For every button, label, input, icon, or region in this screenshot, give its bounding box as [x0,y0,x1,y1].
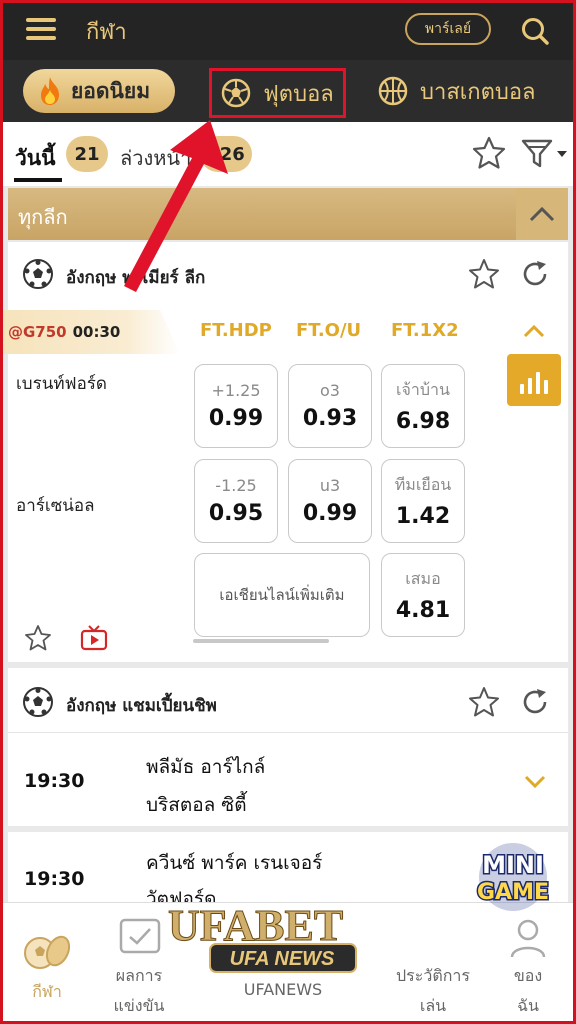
watermark-news-text: UFA NEWS [230,948,335,970]
tab-popular-label: ยอดนิยม [71,78,151,103]
league-header[interactable]: อังกฤษ แชมเปี้ยนชิพ [8,668,568,732]
league-name: อังกฤษ แชมเปี้ยนชิพ [66,696,217,716]
odds-1x2-draw[interactable]: เสมอ 4.81 [381,553,465,637]
home-team: ควีนซ์ พาร์ค เรนเจอร์ [146,852,323,874]
odds-value: 0.93 [302,406,358,431]
all-leagues-header[interactable]: ทุกลีก [8,188,568,240]
odds-line: -1.25 [215,476,257,495]
match-time: 00:30 [72,323,121,341]
refresh-icon[interactable] [520,687,550,717]
nav-sports[interactable]: กีฬา [20,977,74,1007]
horizontal-scrollbar[interactable] [193,639,329,643]
odds-value: 1.42 [395,504,451,529]
favorites-star-icon[interactable] [472,136,506,170]
user-icon[interactable] [508,917,548,959]
active-tab-underline [14,178,62,182]
odds-line: เจ้าบ้าน [396,380,450,399]
live-tv-icon[interactable] [80,624,108,652]
odds-1x2-away[interactable]: ทีมเยือน 1.42 [381,459,465,543]
soccer-ball-icon [23,687,53,717]
match-id-tag: @G750 00:30 [0,310,180,354]
chevron-up-icon[interactable] [523,324,545,338]
all-leagues-label: ทุกลีก [18,205,68,229]
match-time: 19:30 [24,770,85,792]
fire-icon [41,77,59,105]
match-time: 19:30 [24,868,85,890]
nav-history-line2[interactable]: เล่น [385,991,481,1021]
odds-value: 4.81 [395,598,451,623]
odds-ou-over[interactable]: o3 0.93 [288,364,372,448]
star-icon[interactable] [468,258,500,290]
tab-basketball[interactable]: บาสเกตบอล [378,68,548,114]
away-team: บริสตอล ซิตี้ [146,794,247,816]
star-icon[interactable] [468,686,500,718]
chevron-up-icon [529,206,555,222]
sports-icon[interactable] [22,931,72,971]
today-count-badge: 21 [66,136,108,172]
odds-line: o3 [320,381,340,400]
odds-1x2-home[interactable]: เจ้าบ้าน 6.98 [381,364,465,448]
top-bar: กีฬา พาร์เลย์ [0,0,576,60]
tab-basketball-label: บาสเกตบอล [420,79,536,105]
odds-value: 0.95 [208,501,264,526]
odds-line: +1.25 [211,381,261,400]
odds-line: ทีมเยือน [394,475,452,494]
col-header-hdp: FT.HDP [200,320,272,341]
col-header-ou: FT.O/U [296,320,362,341]
home-team: เบรนท์ฟอร์ด [16,374,107,394]
nav-mine-line2[interactable]: ฉัน [498,991,558,1021]
mini-game-button[interactable]: MINI GAME [463,837,563,917]
match-code: @G750 [8,323,67,341]
nav-results-line2[interactable]: แข่งขัน [100,991,178,1021]
minigame-line1: MINI [482,851,544,879]
search-icon[interactable] [520,16,550,46]
col-header-1x2: FT.1X2 [391,320,459,341]
odds-value: 0.99 [302,501,358,526]
results-icon[interactable] [118,915,162,955]
chevron-down-icon[interactable] [523,774,547,790]
league-header[interactable]: อังกฤษ พรีเมียร์ ลีก [8,242,568,306]
odds-value: 0.99 [208,406,264,431]
tab-popular[interactable]: ยอดนิยม [23,69,175,113]
away-team: อาร์เซน่อล [16,496,95,516]
minigame-line2: GAME [477,880,549,905]
odds-ou-under[interactable]: u3 0.99 [288,459,372,543]
odds-hdp-away[interactable]: -1.25 0.95 [194,459,278,543]
nav-mine-line1[interactable]: ของ [498,961,558,991]
basketball-icon [378,76,408,106]
annotation-arrow-icon [124,120,228,292]
page-title: กีฬา [86,20,127,45]
tab-football-label: ฟุตบอล [263,81,334,107]
ufabet-watermark-logo: UFABET UFA NEWS [168,901,357,973]
parlay-button[interactable]: พาร์เลย์ [405,13,491,45]
tab-football[interactable]: ฟุตบอล [209,68,346,118]
soccer-ball-icon [23,259,53,289]
refresh-icon[interactable] [520,259,550,289]
odds-line: u3 [319,476,341,495]
tab-today[interactable]: วันนี้ [15,142,56,175]
bar-chart-icon [520,384,524,394]
home-team: พลีมัธ อาร์ไกล์ [146,756,266,778]
odds-line: เสมอ [405,569,441,588]
more-asian-lines-button[interactable]: เอเชียนไลน์เพิ่มเติม [194,553,370,637]
watermark-brand-text: UFABET [168,901,343,950]
soccer-ball-icon [221,78,251,108]
star-icon[interactable] [24,624,52,652]
sport-tabs: ยอดนิยม ฟุตบอล บาสเกตบอล [0,60,576,122]
menu-icon[interactable] [26,18,56,40]
stats-button[interactable] [507,354,561,406]
league-card-championship: อังกฤษ แชมเปี้ยนชิพ 19:30 พลีมัธ อาร์ไกล… [8,668,568,826]
divider [8,732,568,733]
odds-hdp-home[interactable]: +1.25 0.99 [194,364,278,448]
odds-value: 6.98 [395,409,451,434]
collapse-button[interactable] [516,188,568,240]
filter-icon[interactable] [520,138,568,170]
